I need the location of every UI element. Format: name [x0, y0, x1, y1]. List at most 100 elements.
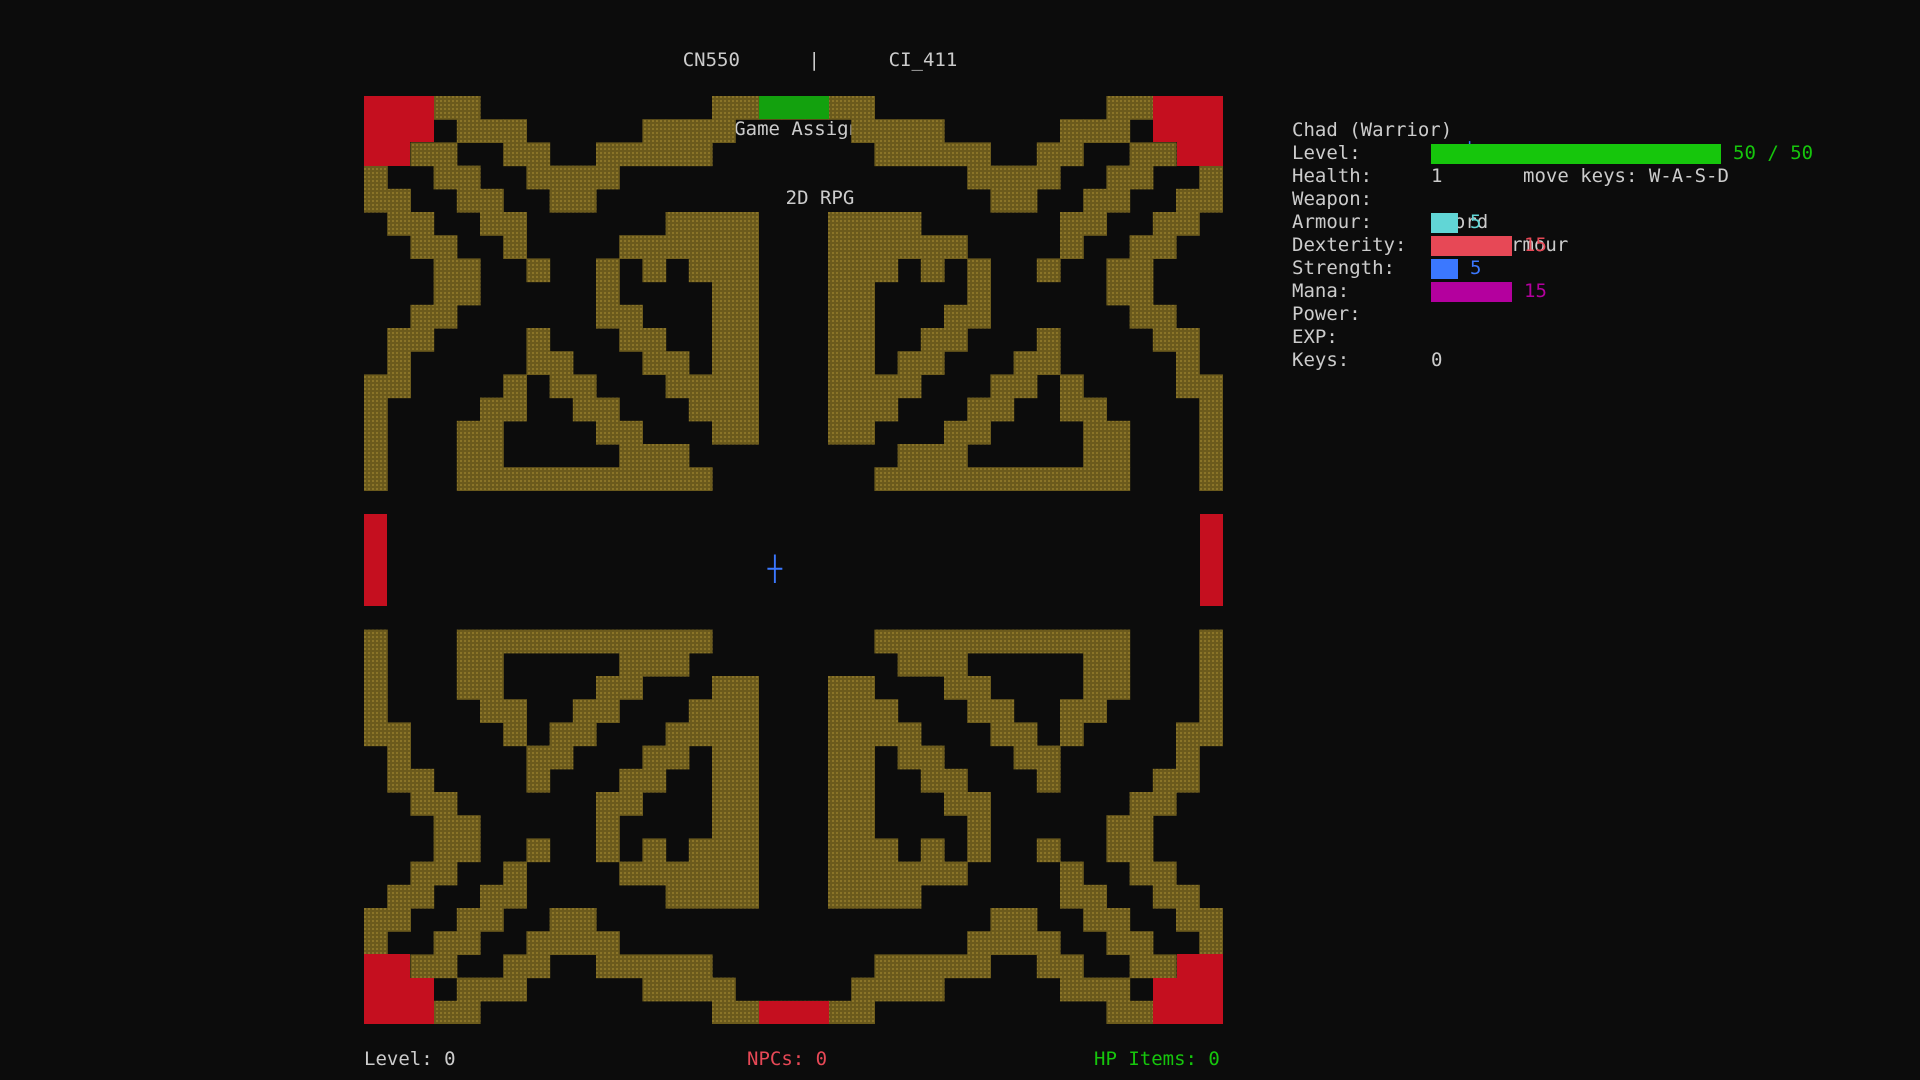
wall-tile [735, 815, 759, 839]
wall-tile [1083, 420, 1107, 445]
wall-tile [596, 931, 620, 955]
wall-tile [1199, 397, 1223, 422]
wall-tile [456, 96, 481, 120]
wall-tile [503, 235, 527, 259]
wall-tile [1060, 699, 1084, 723]
wall-tile [665, 119, 690, 143]
wall-tile [828, 884, 852, 909]
wall-tile [967, 165, 991, 190]
wall-tile [735, 304, 759, 329]
wall-tile [828, 96, 852, 120]
wall-tile [712, 328, 736, 352]
wall-tile [1106, 815, 1131, 839]
wall-tile [456, 629, 481, 654]
wall-tile [828, 351, 852, 375]
player-icon: ┼ [767, 554, 783, 583]
stat-strength: Strength: 15 [1292, 234, 1692, 279]
wall-tile [1129, 304, 1154, 329]
wall-tile [410, 304, 435, 329]
wall-tile [944, 792, 968, 816]
wall-tile [920, 652, 945, 677]
wall-tile [828, 281, 852, 306]
footer-npcs: NPCs: 0 [747, 1048, 828, 1070]
wall-tile [735, 212, 759, 236]
wall-tile [712, 722, 736, 747]
wall-tile [688, 722, 713, 747]
wall-tile [364, 676, 388, 700]
wall-tile [364, 188, 388, 213]
wall-tile [735, 374, 759, 399]
wall-tile [967, 397, 991, 422]
wall-tile [1152, 235, 1177, 259]
wall-tile [712, 304, 736, 329]
wall-tile [851, 1000, 875, 1024]
wall-tile [619, 235, 643, 259]
wall-tile [712, 745, 736, 770]
wall-tile [851, 792, 875, 816]
wall-tile [433, 815, 458, 839]
wall-tile [735, 235, 759, 259]
wall-tile [735, 281, 759, 306]
wall-tile [1083, 884, 1107, 909]
wall-tile [1129, 954, 1154, 979]
wall-tile [828, 235, 852, 259]
wall-tile [387, 212, 411, 236]
wall-tile [1060, 722, 1084, 747]
wall-tile [1199, 374, 1223, 399]
wall-tile [1083, 119, 1107, 143]
wall-tile [1152, 768, 1177, 793]
wall-tile [1199, 467, 1223, 491]
wall-tile [1060, 467, 1084, 491]
wall-tile [1199, 444, 1223, 468]
door-corner-bottom-right-h [1153, 978, 1223, 1024]
wall-tile [503, 142, 527, 167]
wall-tile [920, 142, 945, 167]
wall-tile [990, 722, 1015, 747]
wall-tile [851, 676, 875, 700]
wall-tile [480, 699, 504, 723]
wall-tile [990, 699, 1015, 723]
wall-tile [828, 676, 852, 700]
wall-tile [920, 119, 945, 143]
wall-tile [897, 977, 922, 1002]
stat-power: Power: 15 [1292, 280, 1692, 325]
wall-tile [688, 629, 713, 654]
wall-tile [688, 884, 713, 909]
wall-tile [387, 351, 411, 375]
wall-tile [851, 212, 875, 236]
wall-tile [549, 165, 574, 190]
wall-tile [1106, 165, 1131, 190]
wall-tile [944, 861, 968, 886]
wall-tile [619, 304, 643, 329]
wall-tile [735, 258, 759, 283]
wall-tile [897, 745, 922, 770]
wall-tile [596, 142, 620, 167]
wall-tile [712, 699, 736, 723]
wall-tile [410, 954, 435, 979]
wall-tile [572, 629, 597, 654]
wall-tile [1060, 954, 1084, 979]
health-bar [1431, 144, 1721, 164]
wall-tile [1060, 884, 1084, 909]
wall-tile [920, 745, 945, 770]
stat-level: Level: 1 [1292, 119, 1442, 187]
wall-tile [503, 954, 527, 979]
wall-tile [480, 188, 504, 213]
wall-tile [851, 977, 875, 1002]
wall-tile [1129, 165, 1154, 190]
wall-tile [410, 861, 435, 886]
wall-tile [456, 444, 481, 468]
wall-tile [619, 420, 643, 445]
wall-tile [967, 954, 991, 979]
wall-tile [1199, 908, 1223, 932]
wall-tile [364, 420, 388, 445]
game-map: ┼ [364, 96, 1223, 1024]
wall-tile [735, 768, 759, 793]
wall-tile [1013, 165, 1038, 190]
wall-tile [410, 212, 435, 236]
wall-tile [1199, 722, 1223, 747]
wall-tile [456, 119, 481, 143]
wall-tile [1083, 908, 1107, 932]
wall-tile [1176, 884, 1200, 909]
wall-tile [920, 467, 945, 491]
